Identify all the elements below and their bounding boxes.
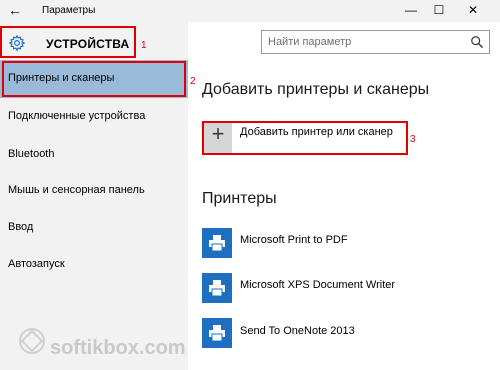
printers-heading: Принтеры: [202, 190, 277, 207]
watermark-logo-icon: [19, 328, 45, 354]
printer-tile[interactable]: [202, 318, 232, 348]
gear-icon: [8, 34, 26, 52]
sidebar-item-input[interactable]: Ввод: [8, 221, 33, 233]
printer-icon: [209, 235, 225, 252]
sidebar-item-connected-devices[interactable]: Подключенные устройства: [8, 110, 145, 122]
printer-name[interactable]: Send To OneNote 2013: [240, 325, 355, 337]
maximize-button[interactable]: ☐: [432, 3, 446, 17]
search-icon[interactable]: [470, 35, 484, 49]
annotation-label-3: 3: [410, 134, 416, 145]
watermark-text: softikbox.com: [50, 337, 186, 359]
add-printer-label: Добавить принтер или сканер: [240, 126, 393, 138]
title-bar: ← Параметры — ☐ ✕: [0, 0, 500, 22]
printer-name[interactable]: Microsoft XPS Document Writer: [240, 279, 395, 291]
plus-icon: +: [211, 121, 225, 146]
printer-icon: [209, 325, 225, 342]
printer-tile[interactable]: [202, 273, 232, 303]
search-placeholder: Найти параметр: [268, 36, 352, 48]
sidebar-item-bluetooth[interactable]: Bluetooth: [8, 148, 54, 160]
printer-tile[interactable]: [202, 228, 232, 258]
sidebar-item-autoplay[interactable]: Автозапуск: [8, 258, 65, 270]
sidebar-item-printers[interactable]: Принтеры и сканеры: [8, 72, 114, 84]
category-title: УСТРОЙСТВА: [46, 37, 130, 51]
add-printers-heading: Добавить принтеры и сканеры: [202, 81, 430, 98]
printer-icon: [209, 280, 225, 297]
window-title: Параметры: [42, 5, 96, 16]
sidebar-item-mouse-touchpad[interactable]: Мышь и сенсорная панель: [8, 184, 145, 196]
search-input[interactable]: Найти параметр: [261, 30, 490, 54]
annotation-label-1: 1: [141, 40, 147, 51]
annotation-label-2: 2: [190, 76, 196, 87]
close-button[interactable]: ✕: [466, 3, 480, 17]
back-arrow-icon[interactable]: ←: [8, 2, 22, 18]
printer-name[interactable]: Microsoft Print to PDF: [240, 234, 348, 246]
minimize-button[interactable]: —: [404, 3, 418, 17]
